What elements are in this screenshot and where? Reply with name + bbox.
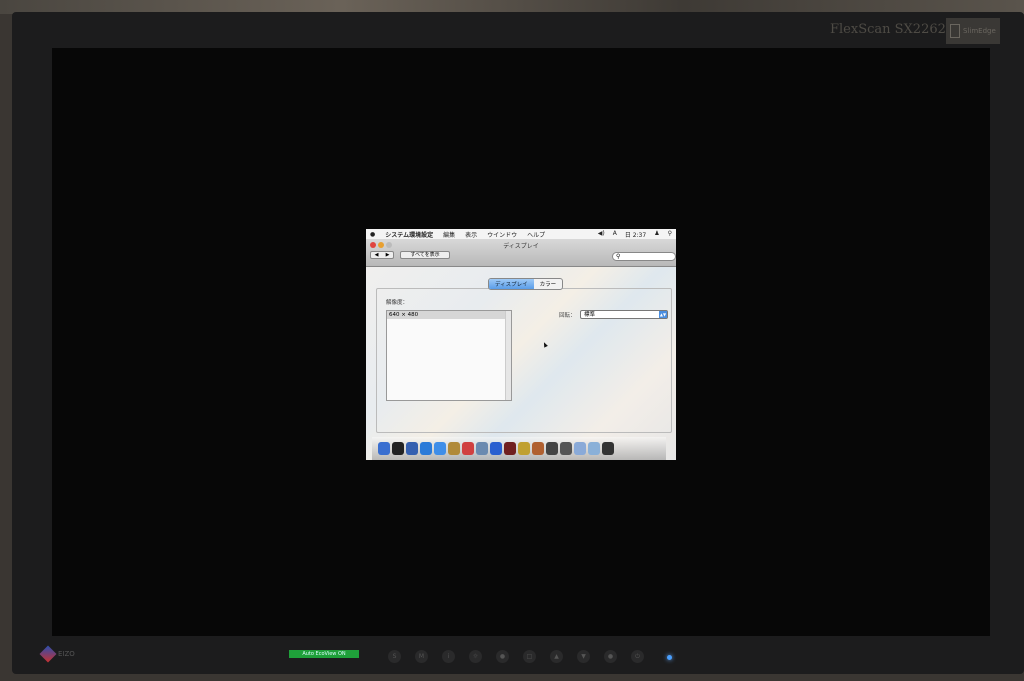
dock-app-icon[interactable]: [434, 442, 446, 455]
dock-app-icon[interactable]: [532, 442, 544, 455]
spotlight-icon[interactable]: ⚲: [668, 230, 672, 239]
monitor-button[interactable]: ●: [496, 650, 509, 663]
dock-app-icon[interactable]: [588, 442, 600, 455]
monitor-button[interactable]: ⏻: [631, 650, 644, 663]
monitor-button[interactable]: M: [415, 650, 428, 663]
dock-app-icon[interactable]: [490, 442, 502, 455]
window-title: ディスプレイ: [503, 243, 539, 250]
window-titlebar: ディスプレイ ◀ ▶ すべてを表示 ⚲: [366, 239, 676, 267]
menu-app[interactable]: システム環境設定: [385, 230, 433, 239]
monitor-buttons: S Mi ☼ ● □ ▲ ▼ ● ⏻: [388, 650, 644, 663]
back-forward-buttons[interactable]: ◀ ▶: [370, 251, 394, 259]
dock-app-icon[interactable]: [546, 442, 558, 455]
resolution-item[interactable]: 640 × 480: [387, 311, 506, 319]
brand-label: EIZO: [58, 650, 75, 658]
dock-app-icon[interactable]: [448, 442, 460, 455]
menu-bar: ● システム環境設定 編集 表示 ウインドウ ヘルプ ◀) A 日 2:37 ♟…: [366, 229, 676, 239]
menu-help[interactable]: ヘルプ: [527, 230, 545, 239]
search-input[interactable]: ⚲: [612, 252, 676, 261]
rotation-label: 回転：: [559, 313, 576, 319]
tab-display[interactable]: ディスプレイ: [489, 279, 534, 289]
dock-app-icon[interactable]: [476, 442, 488, 455]
monitor-button[interactable]: ●: [604, 650, 617, 663]
slimedge-icon: [950, 24, 960, 38]
resolution-list[interactable]: 640 × 480: [386, 310, 512, 401]
monitor-button[interactable]: ▼: [577, 650, 590, 663]
search-icon: ⚲: [616, 253, 621, 260]
eizo-logo-icon: [39, 645, 57, 663]
monitor-button[interactable]: ☼: [469, 650, 482, 663]
dock-app-icon[interactable]: [602, 442, 614, 455]
dock-app-icon[interactable]: [462, 442, 474, 455]
input-menu-icon[interactable]: A: [613, 230, 617, 239]
show-all-button[interactable]: すべてを表示: [400, 251, 450, 259]
dock-app-icon[interactable]: [392, 442, 404, 455]
dock-app-icon[interactable]: [574, 442, 586, 455]
slimedge-label: SlimEdge: [963, 27, 996, 35]
scrollbar[interactable]: [505, 311, 511, 400]
dock-app-icon[interactable]: [518, 442, 530, 455]
dock-app-icon[interactable]: [420, 442, 432, 455]
eizo-logo: EIZO: [39, 645, 75, 663]
back-icon[interactable]: ◀: [375, 252, 379, 258]
menu-window[interactable]: ウインドウ: [487, 230, 517, 239]
menu-edit[interactable]: 編集: [443, 230, 455, 239]
monitor-button[interactable]: □: [523, 650, 536, 663]
chevron-updown-icon: ▲▼: [659, 311, 667, 318]
user-icon[interactable]: ♟: [654, 230, 659, 239]
monitor-model: FlexScan SX2262W: [830, 22, 960, 37]
dock-app-icon[interactable]: [406, 442, 418, 455]
dock-app-icon[interactable]: [504, 442, 516, 455]
apple-icon[interactable]: ●: [370, 231, 375, 238]
menu-view[interactable]: 表示: [465, 230, 477, 239]
monitor-button[interactable]: ▲: [550, 650, 563, 663]
tab-color[interactable]: カラー: [534, 279, 563, 289]
auto-ecoview-indicator: Auto EcoView ON: [289, 650, 359, 658]
power-led: [667, 655, 672, 660]
volume-icon[interactable]: ◀): [598, 230, 605, 239]
clock[interactable]: 日 2:37: [625, 230, 646, 239]
mac-desktop: ● システム環境設定 編集 表示 ウインドウ ヘルプ ◀) A 日 2:37 ♟…: [366, 229, 676, 460]
dock: [372, 437, 666, 460]
dock-app-icon[interactable]: [378, 442, 390, 455]
rotation-select[interactable]: 標準 ▲▼: [580, 310, 668, 319]
rotation-value: 標準: [584, 312, 596, 318]
slimedge-badge: SlimEdge: [946, 18, 1000, 44]
monitor-button[interactable]: S: [388, 650, 401, 663]
monitor-button[interactable]: i: [442, 650, 455, 663]
dock-app-icon[interactable]: [560, 442, 572, 455]
tab-bar: ディスプレイ カラー: [488, 278, 564, 290]
forward-icon[interactable]: ▶: [386, 252, 390, 258]
resolution-label: 解像度：: [386, 300, 409, 306]
